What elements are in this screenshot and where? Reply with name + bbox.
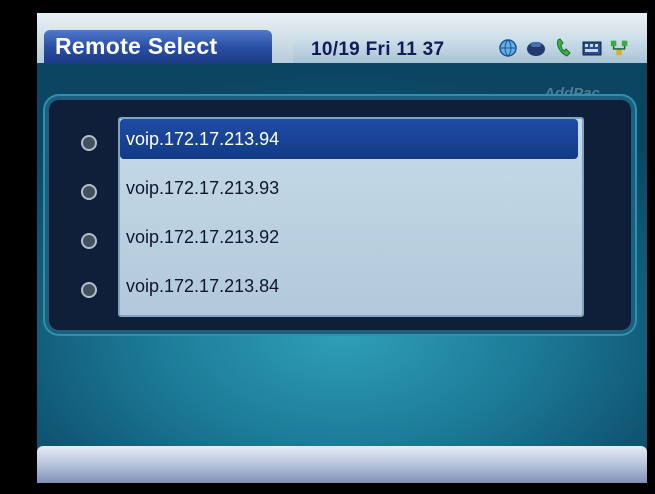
remote-address: voip.172.17.213.84 xyxy=(126,276,280,296)
list-item[interactable]: voip.172.17.213.92 xyxy=(120,217,580,257)
device-screen: Remote Select 10/19 Fri 11 37 AddPac voi… xyxy=(37,13,647,483)
radio-button[interactable] xyxy=(81,233,97,249)
remote-address: voip.172.17.213.93 xyxy=(126,178,280,198)
call-icon xyxy=(553,37,575,59)
bottom-bar xyxy=(37,446,647,483)
keyboard-icon xyxy=(581,37,603,59)
list-item[interactable]: voip.172.17.213.93 xyxy=(120,168,580,208)
globe-icon xyxy=(497,37,519,59)
network-icon xyxy=(609,37,631,59)
radio-button[interactable] xyxy=(81,135,97,151)
remote-address: voip.172.17.213.94 xyxy=(126,129,280,149)
radio-button[interactable] xyxy=(81,282,97,298)
list-item[interactable]: voip.172.17.213.94 xyxy=(120,119,578,159)
date-time: 10/19 Fri 11 37 xyxy=(311,39,445,60)
radio-button[interactable] xyxy=(81,184,97,200)
status-icons xyxy=(497,35,631,61)
remote-address: voip.172.17.213.92 xyxy=(126,227,280,247)
phone-handset-icon xyxy=(525,37,547,59)
page-title: Remote Select xyxy=(55,33,218,59)
list-item[interactable]: voip.172.17.213.84 xyxy=(120,266,580,306)
